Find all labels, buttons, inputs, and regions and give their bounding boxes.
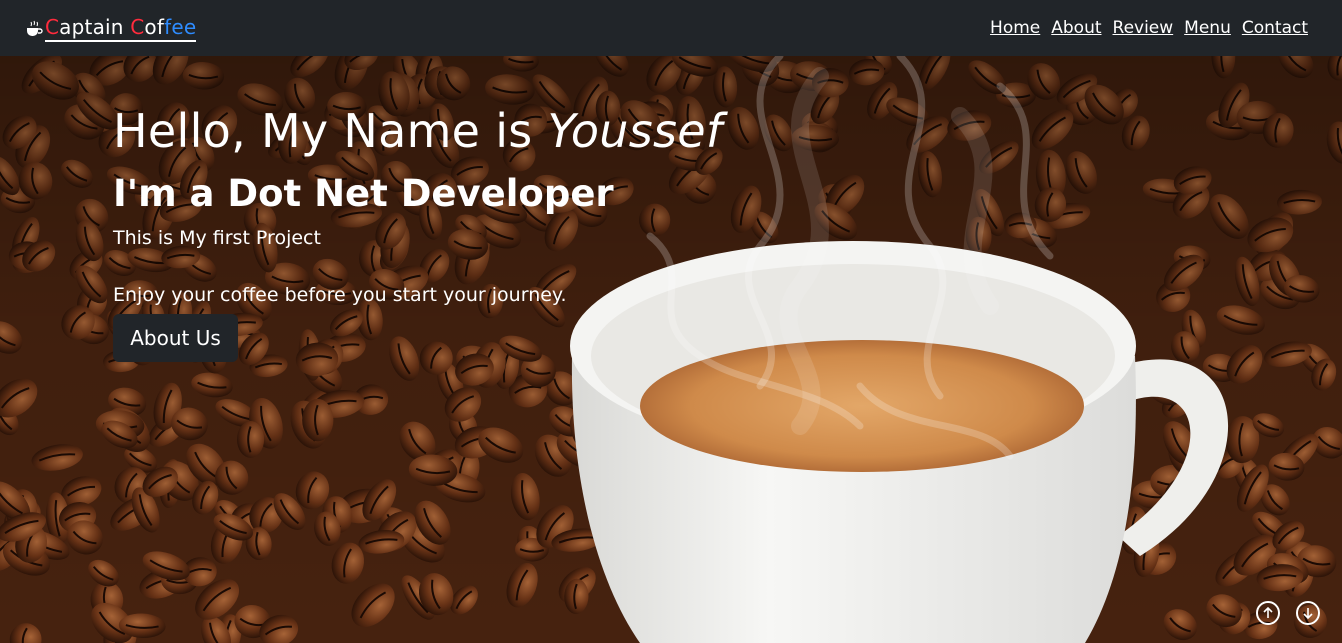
brand-logo[interactable]: Captain Coffee	[25, 14, 197, 44]
nav-link-home[interactable]: Home	[990, 17, 1040, 39]
nav-link-about[interactable]: About	[1051, 17, 1101, 39]
nav-link-contact[interactable]: Contact	[1242, 17, 1308, 39]
scroll-down-button[interactable]	[1296, 601, 1320, 625]
arrow-down-circle-icon	[1303, 608, 1313, 620]
coffee-cup-icon	[27, 20, 43, 36]
scroll-up-button[interactable]	[1256, 601, 1280, 625]
navbar: Captain Coffee Home About Review Menu Co…	[0, 0, 1342, 56]
nav-link-review[interactable]: Review	[1113, 17, 1174, 39]
nav-link-menu[interactable]: Menu	[1184, 17, 1231, 39]
about-us-button[interactable]: About Us	[113, 314, 238, 362]
nav-links: Home About Review Menu Contact	[979, 17, 1308, 39]
brand-text: Captain Coffee	[45, 16, 197, 42]
arrow-up-circle-icon	[1263, 606, 1273, 618]
